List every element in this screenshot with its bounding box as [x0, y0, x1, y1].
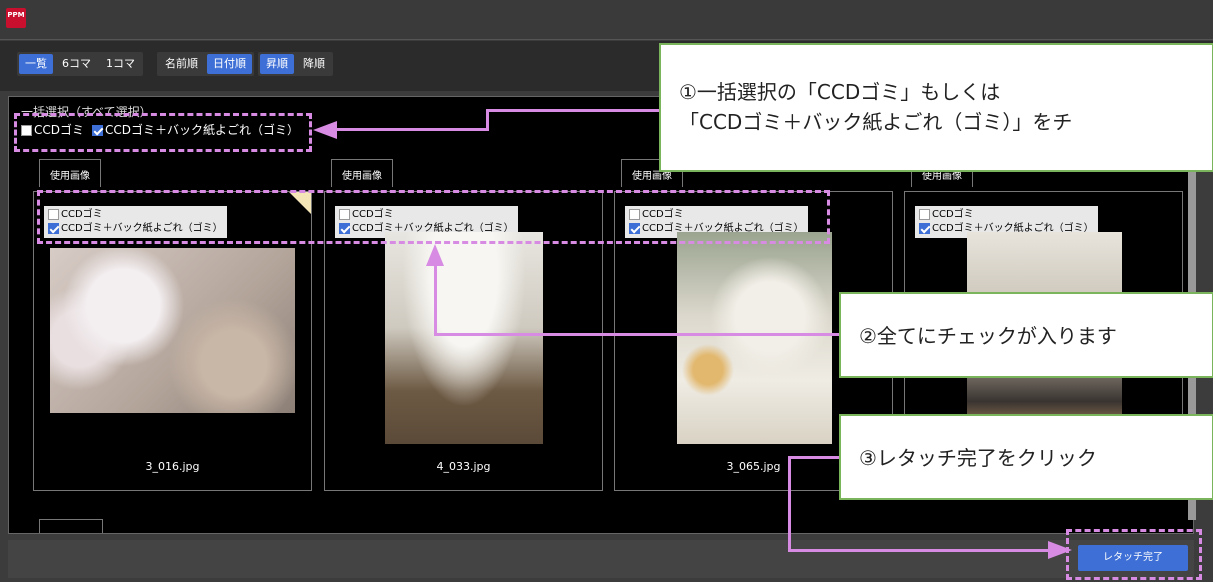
annotation-line — [335, 128, 489, 131]
arrow-head-icon — [426, 244, 444, 266]
card-ccd-checkbox[interactable]: CCDゴミ — [919, 208, 1094, 222]
checkbox-checked-icon[interactable] — [919, 222, 930, 234]
filename: 3_016.jpg — [145, 460, 200, 473]
annotation-line — [434, 262, 437, 336]
sort-date-button[interactable]: 日付順 — [207, 54, 252, 74]
view-1-button[interactable]: 1コマ — [100, 54, 141, 74]
photo-thumbnail[interactable] — [385, 232, 543, 444]
annotation-line — [788, 456, 791, 552]
order-group: 昇順 降順 — [258, 52, 333, 76]
checkbox-icon[interactable] — [919, 208, 930, 220]
sort-name-button[interactable]: 名前順 — [159, 54, 204, 74]
tab-stub — [39, 519, 103, 533]
annotation-line — [488, 109, 660, 112]
order-desc-button[interactable]: 降順 — [297, 54, 331, 74]
tab-used-image[interactable]: 使用画像 — [331, 159, 393, 187]
ppm-logo: PPM — [6, 8, 26, 28]
annotation-box-done — [1066, 529, 1202, 580]
arrow-head-icon — [313, 121, 337, 139]
annotation-box-cards — [37, 190, 830, 244]
view-list-button[interactable]: 一覧 — [19, 54, 53, 74]
annotation-line — [436, 333, 840, 336]
photo-thumbnail[interactable] — [50, 248, 295, 413]
sort-group: 名前順 日付順 — [157, 52, 254, 76]
view-6-button[interactable]: 6コマ — [56, 54, 97, 74]
arrow-head-icon — [1048, 541, 1072, 559]
callout-2: ②全てにチェックが入ります — [840, 293, 1213, 377]
callout-1: ①一括選択の「CCDゴミ」もしくは 「CCDゴミ＋バック紙よごれ（ゴミ）」をチ — [660, 44, 1213, 171]
footer-bar — [8, 540, 1194, 578]
view-mode-group: 一覧 6コマ 1コマ — [17, 52, 143, 76]
photo-thumbnail[interactable] — [677, 232, 832, 444]
title-bar: PPM — [0, 0, 1213, 40]
tab-used-image[interactable]: 使用画像 — [39, 159, 101, 187]
order-asc-button[interactable]: 昇順 — [260, 54, 294, 74]
annotation-box-bulk — [14, 113, 312, 152]
annotation-line — [790, 456, 840, 459]
filename: 4_033.jpg — [436, 460, 491, 473]
annotation-line — [788, 549, 1050, 552]
callout-3: ③レタッチ完了をクリック — [840, 415, 1213, 499]
